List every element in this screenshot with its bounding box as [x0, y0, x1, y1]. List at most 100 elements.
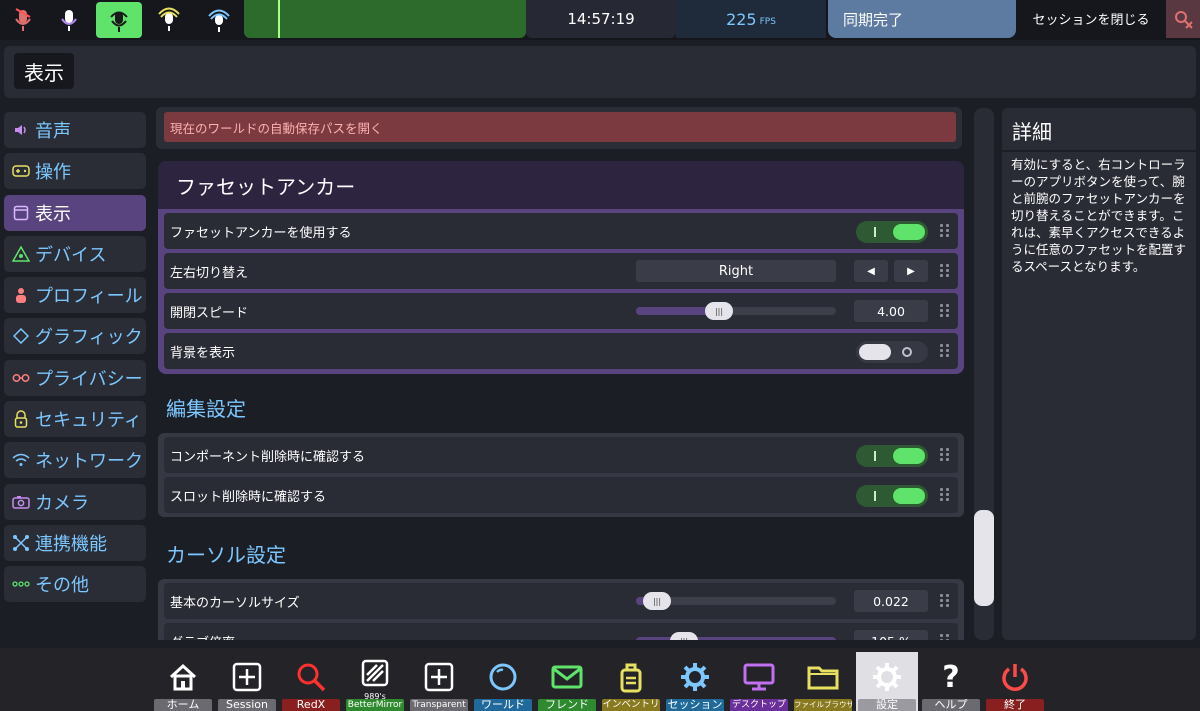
cursor-settings-heading: カーソル設定 [166, 543, 286, 567]
dock-item-sessions[interactable]: セッション [664, 652, 726, 711]
mic-broadcast-icon [208, 9, 230, 32]
drag-handle-icon[interactable] [940, 264, 950, 278]
speed-value-field[interactable]: 4.00 [854, 300, 928, 322]
slider-thumb[interactable]: ||| [643, 592, 671, 610]
sidebar-item-integrations[interactable]: 連携機能 [4, 524, 146, 561]
sidebar-item-label: 音声 [35, 121, 71, 142]
side-prev-button[interactable]: ◀ [854, 260, 888, 282]
drag-handle-icon[interactable] [940, 634, 950, 640]
dock-label: ヘルプ [922, 699, 980, 711]
toggle-on-mark [874, 227, 876, 237]
mirror-icon [358, 656, 392, 690]
dock-item-file-browser[interactable]: ファイルブラウザ [792, 652, 854, 711]
mic-muted-button[interactable] [0, 2, 46, 38]
sidebar-item-security[interactable]: セキュリティ [4, 401, 146, 438]
page-title: 表示 [14, 53, 74, 89]
dock-item-desktop[interactable]: デスクトップ [728, 652, 790, 711]
dock-label: 設定 [858, 699, 916, 711]
setting-label: 左右切り替え [170, 265, 249, 281]
autosave-row: 現在のワールドの自動保存パスを開く [156, 107, 962, 149]
sidebar-item-audio[interactable]: 音声 [4, 112, 146, 148]
mic-whisper-icon [61, 10, 77, 31]
sidebar-item-profile[interactable]: プロフィール [4, 277, 146, 314]
gear-icon [678, 660, 712, 694]
close-session-button[interactable]: セッションを閉じる [1018, 0, 1164, 36]
cursor-size-value-field[interactable]: 0.022 [854, 590, 928, 612]
base-cursor-size-row: 基本のカーソルサイズ ||| 0.022 [164, 583, 958, 619]
setting-label: ファセットアンカーを使用する [170, 225, 352, 241]
dock-item-transparent[interactable]: Transparent [408, 652, 470, 711]
drag-handle-icon[interactable] [940, 224, 950, 238]
sidebar-item-display[interactable]: 表示 [4, 194, 146, 231]
page-header: 表示 [4, 46, 1196, 98]
cursor-size-slider[interactable]: ||| [636, 592, 836, 610]
facet-anchor-group: ファセットアンカーを使用する 左右切り替え Right ◀ ▶ 開閉スピード |… [158, 209, 964, 374]
open-autosave-path-button[interactable]: 現在のワールドの自動保存パスを開く [164, 112, 956, 142]
facet-anchor-side-value[interactable]: Right [636, 260, 836, 282]
sidebar-item-network[interactable]: ネットワーク [4, 442, 146, 479]
wifi-icon [11, 450, 31, 470]
home-icon [166, 660, 200, 694]
side-next-button[interactable]: ▶ [894, 260, 928, 282]
dock-label: RedX [282, 699, 340, 711]
dock-label: Transparent [410, 699, 468, 711]
cursor-settings-group: 基本のカーソルサイズ ||| 0.022 グラブ倍率 ||| 105 % [158, 579, 964, 640]
drag-handle-icon[interactable] [940, 448, 950, 462]
details-title: 詳細 [1012, 120, 1052, 144]
mic-normal-button[interactable] [96, 2, 142, 38]
toggle-knob [859, 344, 891, 360]
fps-counter: 225 FPS [676, 0, 826, 38]
facet-anchor-heading: ファセットアンカー [158, 161, 964, 209]
settings-gear-icon [870, 660, 904, 694]
mic-broadcast-button[interactable] [196, 2, 242, 38]
dock-item-settings[interactable]: 設定 [856, 652, 918, 711]
sidebar-item-devices[interactable]: デバイス [4, 235, 146, 272]
sync-status: 同期完了 [828, 0, 1016, 38]
facet-anchor-use-row: ファセットアンカーを使用する [164, 213, 958, 249]
sidebar-item-privacy[interactable]: プライバシー [4, 359, 146, 396]
settings-sidebar: 音声 操作 表示 デバイス プロフィール グラフィック プライバシー セキュリテ… [4, 112, 146, 608]
sidebar-item-graphics[interactable]: グラフィック [4, 318, 146, 355]
dock-item-help[interactable]: ? ヘルプ [920, 652, 982, 711]
dock-item-friends[interactable]: フレンド [536, 652, 598, 711]
sidebar-item-camera[interactable]: カメラ [4, 483, 146, 520]
camera-icon [11, 492, 31, 512]
grab-scale-slider[interactable]: ||| [636, 632, 836, 640]
facet-anchor-background-toggle[interactable] [856, 341, 928, 363]
drag-handle-icon[interactable] [940, 594, 950, 608]
setting-label: 基本のカーソルサイズ [170, 595, 300, 611]
speed-slider[interactable]: ||| [636, 302, 836, 320]
dock-item-inventory[interactable]: インベントリ [600, 652, 662, 711]
dock-item-bettermirror[interactable]: 989's BetterMirror [344, 652, 406, 711]
grab-scale-value-field[interactable]: 105 % [854, 630, 928, 640]
facet-anchor-background-row: 背景を表示 [164, 333, 958, 369]
confirm-slot-delete-toggle[interactable] [856, 485, 928, 507]
sidebar-item-label: 連携機能 [35, 533, 107, 555]
chevron-left-icon: ◀ [867, 265, 875, 277]
fps-value: 225 [726, 9, 757, 29]
dots-icon [11, 574, 31, 594]
mic-whisper-button[interactable] [46, 2, 92, 38]
slider-thumb[interactable]: ||| [705, 302, 733, 320]
close-session-icon-button[interactable] [1166, 0, 1200, 38]
drag-handle-icon[interactable] [940, 488, 950, 502]
sidebar-item-other[interactable]: その他 [4, 566, 146, 603]
drag-handle-icon[interactable] [940, 344, 950, 358]
settings-content: 現在のワールドの自動保存パスを開く ファセットアンカー ファセットアンカーを使用… [156, 107, 968, 640]
settings-scrollbar[interactable] [974, 108, 994, 640]
drag-handle-icon[interactable] [940, 304, 950, 318]
dock-item-session[interactable]: Session [216, 652, 278, 711]
sidebar-item-controls[interactable]: 操作 [4, 153, 146, 190]
mic-shout-button[interactable] [146, 2, 192, 38]
facet-anchor-use-toggle[interactable] [856, 221, 928, 243]
edit-settings-group: コンポーネント削除時に確認する スロット削除時に確認する [158, 433, 964, 517]
dock-item-redx[interactable]: RedX [280, 652, 342, 711]
setting-label: スロット削除時に確認する [170, 489, 327, 505]
scrollbar-thumb[interactable] [974, 510, 994, 606]
slider-thumb[interactable]: ||| [670, 632, 698, 640]
dock-item-exit[interactable]: 終了 [984, 652, 1046, 711]
dock-label: セッション [666, 699, 724, 711]
confirm-component-delete-toggle[interactable] [856, 445, 928, 467]
dock-item-world[interactable]: ワールド [472, 652, 534, 711]
dock-item-home[interactable]: ホーム [152, 652, 214, 711]
